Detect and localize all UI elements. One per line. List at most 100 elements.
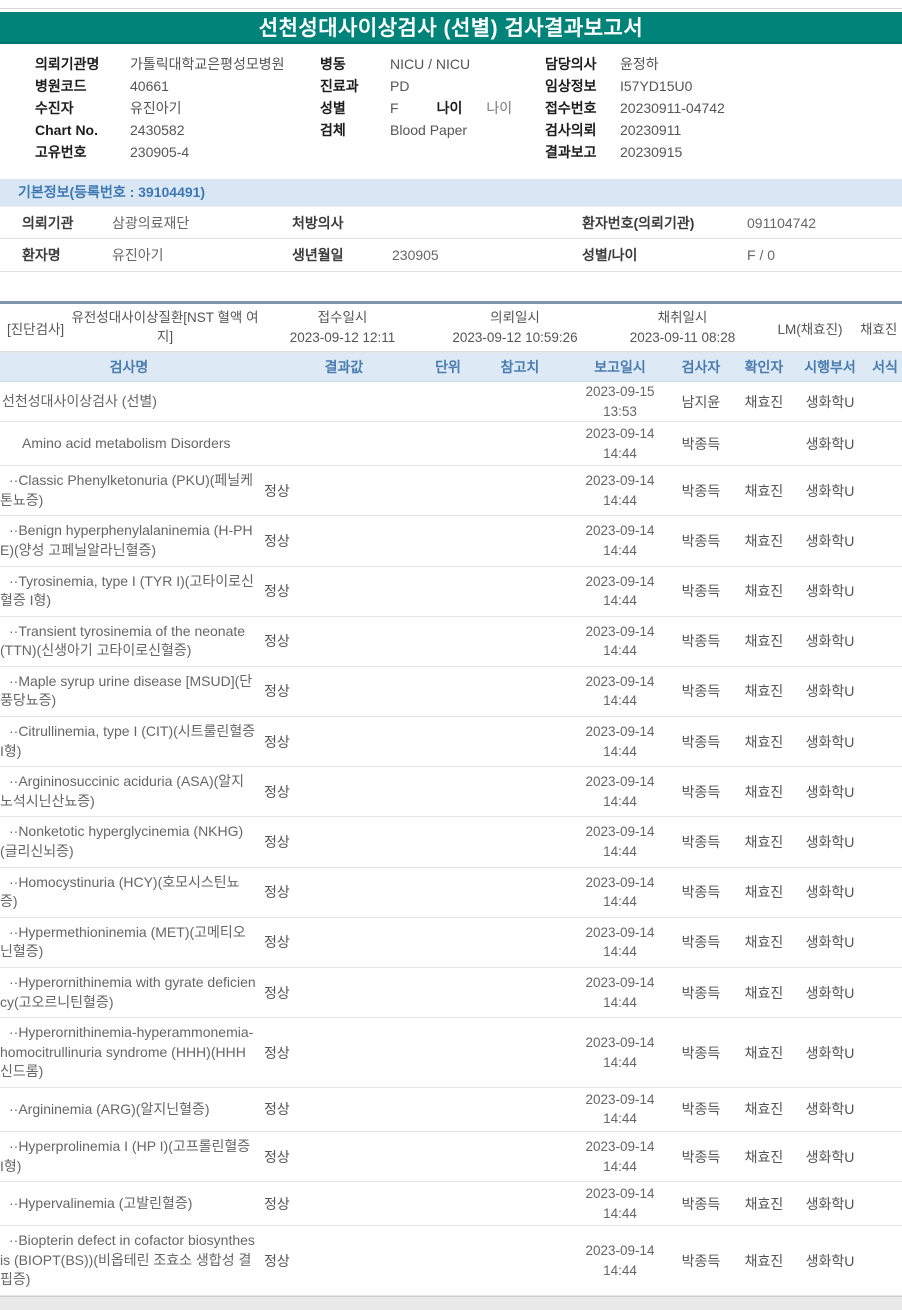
report-time: 14:44 [603,994,637,1010]
order-collector: 채효진 [860,321,898,337]
tester: 박종득 [681,532,721,549]
test-name: ··Argininemia (ARG)(알지닌혈증) [9,1100,210,1117]
field-label: 수진자 [35,100,74,116]
result-value: 정상 [264,482,290,499]
tester: 박종득 [681,633,721,650]
field-value: 가톨릭대학교은평성모병원 [130,56,285,72]
confirmer: 채효진 [744,633,784,650]
patient-header-field: 병동 NICU / NICU [320,53,545,75]
patient-header-field: 성별 F 나이 나이 [320,97,545,119]
test-name: ··Hyperprolinemia I (HP I)(고프롤린혈증 I형) [0,1137,251,1174]
performing-dept: 생화학U [805,583,855,600]
order-test-name: 유전성대사이상질환[NST 혈액 여지] [71,310,259,344]
performing-dept: 생화학U [805,934,855,951]
confirmer: 채효진 [744,934,784,951]
result-row: ··Hypervalinemia (고발린혈증) 정상 2023-09-14 1… [0,1182,902,1227]
test-name: ··Biopterin defect in cofactor biosynthe… [0,1232,255,1288]
performing-dept: 생화학U [805,1044,855,1061]
column-header: 서식 [872,359,898,375]
test-name: ··Homocystinuria (HCY)(호모시스틴뇨증) [0,873,240,910]
test-name: 선천성대사이상검사 (선별) [2,392,157,409]
result-row: ··Maple syrup urine disease [MSUD](단풍당뇨증… [0,666,902,718]
patient-header-field: 검사의뢰 20230911 [545,119,902,141]
patient-header-field: Chart No. 2430582 [35,119,320,141]
confirmer: 채효진 [744,532,784,549]
test-name: ··Hypermethioninemia (MET)(고메티오닌혈증) [0,923,246,960]
result-value: 정상 [264,1195,290,1212]
column-header: 확인자 [744,359,784,375]
report-date: 2023-09-14 [585,874,655,890]
window-footer-strip [0,1295,902,1310]
received-value: 2023-09-12 12:11 [289,329,396,345]
tester: 박종득 [681,733,721,750]
confirmer: 채효진 [744,1044,784,1061]
field-label: 결과보고 [545,144,597,160]
patient-header-field: 병원코드 40661 [35,75,320,97]
basic-info-row: 환자명 유진아기 생년월일 230905 성별/나이 F / 0 [0,239,902,272]
field-value: 40661 [130,78,169,94]
report-time: 14:44 [603,1262,637,1278]
performing-dept: 생화학U [805,633,855,650]
report-date: 2023-09-14 [585,473,655,489]
report-date: 2023-09-14 [585,673,655,689]
result-value: 정상 [264,934,290,951]
tester: 박종득 [681,934,721,951]
result-value: 정상 [264,884,290,901]
report-time: 14:44 [603,1158,637,1174]
result-value: 정상 [264,1044,290,1061]
field-value: NICU / NICU [390,56,471,72]
report-datetime: 2023-09-14 14:44 [574,772,666,811]
spacer [0,272,902,301]
confirmer: 채효진 [744,884,784,901]
confirmer: 채효진 [744,683,784,700]
report-time: 14:44 [603,492,637,508]
test-name: ··Hypervalinemia (고발린혈증) [9,1194,193,1211]
column-header: 참고치 [500,359,540,375]
result-value: 정상 [264,532,290,549]
performing-dept: 생화학U [805,834,855,851]
received-label: 접수일시 [317,309,368,325]
result-row: ··Homocystinuria (HCY)(호모시스틴뇨증) 정상 2023-… [0,867,902,918]
order-summary-row: [진단검사] 유전성대사이상질환[NST 혈액 여지] 접수일시 2023-09… [0,304,902,352]
result-value: 정상 [264,834,290,851]
result-row: ··Hyperornithinemia-hyperammonemia-homoc… [0,1018,902,1088]
field-label: 의뢰기관 [22,215,74,231]
requested-label: 의뢰일시 [490,309,540,325]
field-label: 환자번호(의뢰기관) [582,215,695,231]
patient-header-field: 접수번호 20230911-04742 [545,97,902,119]
tester: 박종득 [681,482,721,499]
report-datetime: 2023-09-14 14:44 [574,973,666,1012]
tester: 박종득 [681,683,721,700]
report-time: 13:53 [603,403,637,419]
performing-dept: 생화학U [805,733,855,750]
order-collected-datetime: 채취일시 2023-09-11 08:28 [605,308,760,347]
result-row: ··Argininemia (ARG)(알지닌혈증) 정상 2023-09-14… [0,1087,902,1132]
order-received-datetime: 접수일시 2023-09-12 12:11 [260,308,425,347]
report-time: 14:44 [603,643,637,659]
confirmer: 채효진 [744,1101,784,1118]
tester: 박종득 [681,583,721,600]
report-datetime: 2023-09-14 14:44 [574,672,666,711]
report-date: 2023-09-14 [585,623,655,639]
confirmer: 채효진 [744,393,784,410]
report-datetime: 2023-09-14 14:44 [574,923,666,962]
test-name: ··Classic Phenylketonuria (PKU)(페닐케톤뇨증) [0,472,254,508]
report-datetime: 2023-09-14 14:44 [574,424,666,463]
performing-dept: 생화학U [805,393,855,410]
patient-header-column-1: 의뢰기관명 가톨릭대학교은평성모병원 병원코드 40661 수진자 유진아기 C… [35,53,320,163]
order-requested-datetime: 의뢰일시 2023-09-12 10:59:26 [425,308,605,347]
results-table-header: 검사명 결과값 단위 참고치 보고일시 검사자 확인자 시행부서 서식 [0,352,902,382]
test-name: ··Hyperornithinemia with gyrate deficien… [0,974,256,1010]
performing-dept: 생화학U [805,884,855,901]
result-row: ··Transient tyrosinemia of the neonate (… [0,616,902,667]
performing-dept: 생화학U [805,435,855,452]
field-value: 20230911-04742 [620,100,725,116]
confirmer: 채효진 [744,482,784,499]
tester: 남지윤 [681,393,721,410]
result-row: ··Argininosuccinic aciduria (ASA)(알지노석시닌… [0,767,902,818]
result-value: 정상 [264,583,290,600]
result-row: ··Classic Phenylketonuria (PKU)(페닐케톤뇨증) … [0,466,902,517]
tester: 박종득 [681,984,721,1001]
field-label: 생년월일 [292,247,344,263]
tester: 박종득 [681,1044,721,1061]
